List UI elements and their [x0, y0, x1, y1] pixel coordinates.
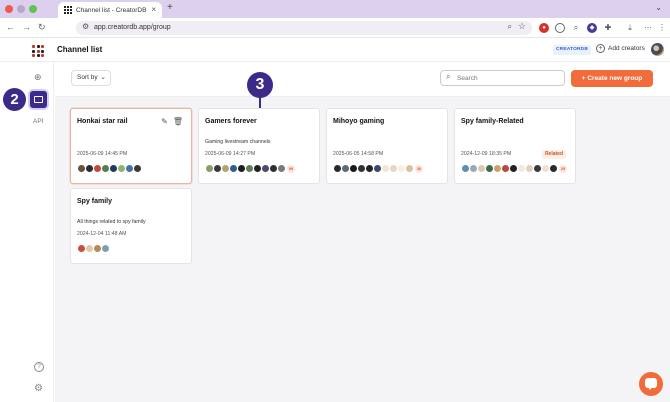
creator-avatars: 99	[205, 164, 295, 173]
creator-avatar	[549, 164, 558, 173]
url-text: app.creatordb.app/group	[94, 23, 171, 31]
more-creators-count: 30	[415, 164, 423, 173]
tab-close-icon[interactable]: ×	[151, 5, 156, 14]
add-creators-button[interactable]: + Add creators	[596, 44, 645, 53]
creator-avatars	[77, 164, 142, 173]
forward-arrow-icon[interactable]: →	[22, 22, 31, 32]
chevron-down-icon: ⌄	[100, 74, 106, 81]
bookmark-star-icon[interactable]: ☆	[518, 21, 526, 32]
group-title: Spy family-Related	[461, 118, 524, 125]
group-title: Gamers forever	[205, 118, 257, 125]
user-avatar[interactable]	[651, 43, 664, 56]
search-input[interactable]	[457, 73, 557, 83]
creator-avatar	[405, 164, 414, 173]
group-card-honkai-star-rail[interactable]: Honkai star rail ✎ 🗑 2025-06-09 14:45 PM	[70, 108, 192, 184]
group-card-gamers-forever[interactable]: Gamers forever Gaming livestream channel…	[198, 108, 320, 184]
site-settings-icon[interactable]: ⚙	[82, 22, 89, 31]
creator-avatar	[277, 164, 286, 173]
new-tab-icon[interactable]: +	[167, 2, 173, 13]
browser-tab[interactable]: Channel list - CreatorDB ×	[58, 2, 162, 18]
extensions-puzzle-icon[interactable]: ✚	[603, 23, 613, 33]
browser-toolbar: ← → ↻ ⚙ app.creatordb.app/group ⌕ ☆	[0, 18, 670, 38]
create-new-group-label: Create new group	[587, 75, 643, 82]
step-marker-3-pointer	[259, 97, 261, 108]
chat-support-button[interactable]	[639, 372, 663, 396]
group-card-spy-family-related[interactable]: Spy family-Related 2024-12-09 18:35 PM R…	[454, 108, 576, 184]
downloads-icon[interactable]: ⤓	[625, 23, 635, 33]
settings-gear-icon[interactable]: ⚙	[34, 383, 43, 394]
delete-trash-icon[interactable]: 🗑	[173, 117, 183, 126]
creatordb-favicon-icon	[64, 6, 72, 14]
tab-list-chevron-icon[interactable]: ⌄	[655, 3, 662, 12]
window-minimize-button[interactable]	[17, 5, 25, 13]
zoom-icon[interactable]: ⌕	[508, 22, 512, 32]
tab-title: Channel list - CreatorDB	[76, 6, 147, 14]
edit-pencil-icon[interactable]: ✎	[161, 117, 168, 126]
page-title: Channel list	[57, 45, 103, 54]
extension-red-icon[interactable]: ●	[539, 23, 549, 33]
more-creators-count: 25	[559, 164, 567, 173]
brand-badge: CREATORDB	[553, 45, 592, 55]
globe-icon[interactable]: ⊕	[34, 72, 42, 83]
profile-icon[interactable]: ⋯	[643, 23, 653, 33]
create-new-group-button[interactable]: + Create new group	[571, 70, 653, 87]
group-card-spy-family[interactable]: Spy family All things related to spy fam…	[70, 188, 192, 264]
group-card-mihoyo-gaming[interactable]: Mihoyo gaming 2025-06-05 14:58 PM 30	[326, 108, 448, 184]
group-date: 2024-12-09 18:35 PM	[461, 151, 512, 157]
creator-avatars	[77, 244, 110, 253]
sidebar	[0, 62, 54, 402]
reload-icon[interactable]: ↻	[38, 22, 46, 33]
window-close-button[interactable]	[5, 5, 13, 13]
group-description: Gaming livestream channels	[205, 139, 271, 145]
more-creators-count: 99	[287, 164, 295, 173]
group-date: 2024-12-04 11:48 AM	[77, 231, 127, 237]
folder-icon	[34, 96, 43, 103]
group-date: 2025-06-09 14:27 PM	[205, 151, 256, 157]
search-box[interactable]: ⌕	[440, 70, 565, 86]
help-icon[interactable]: ?	[34, 362, 44, 372]
step-marker-3: 3	[247, 72, 273, 98]
search-icon: ⌕	[446, 72, 451, 81]
sort-by-label: Sort by	[77, 74, 98, 81]
plus-icon: +	[581, 75, 586, 82]
add-creators-label: Add creators	[608, 45, 645, 52]
extension-chat-icon[interactable]: ◌	[555, 23, 565, 33]
group-description: All things related to spy family	[77, 219, 146, 225]
creator-avatars: 25	[461, 164, 567, 173]
creator-avatar	[133, 164, 142, 173]
creator-avatar	[101, 244, 110, 253]
step-marker-2: 2	[3, 88, 26, 111]
back-arrow-icon[interactable]: ←	[6, 22, 15, 32]
add-circle-icon: +	[596, 44, 605, 53]
creator-avatars: 30	[333, 164, 423, 173]
sidebar-item-api[interactable]: API	[33, 118, 43, 125]
group-title: Mihoyo gaming	[333, 118, 385, 125]
browser-menu-icon[interactable]: ⋮	[657, 23, 667, 33]
related-badge: Related	[541, 150, 566, 159]
group-date: 2025-06-09 14:45 PM	[77, 151, 128, 157]
group-title: Honkai star rail	[77, 118, 128, 125]
sort-by-dropdown[interactable]: Sort by ⌄	[71, 70, 111, 86]
extension-purple-icon[interactable]: ◆	[587, 23, 597, 33]
browser-titlebar: Channel list - CreatorDB × + ⌄	[0, 0, 670, 18]
card-actions: ✎ 🗑	[156, 117, 183, 126]
sidebar-item-channel-list[interactable]	[28, 89, 49, 110]
group-title: Spy family	[77, 198, 113, 205]
extension-search-icon[interactable]: ⌕	[571, 23, 581, 33]
window-zoom-button[interactable]	[29, 5, 37, 13]
address-bar[interactable]: ⚙ app.creatordb.app/group ⌕ ☆	[76, 21, 532, 35]
group-date: 2025-06-05 14:58 PM	[333, 151, 384, 157]
creatordb-logo-icon[interactable]	[32, 45, 44, 57]
